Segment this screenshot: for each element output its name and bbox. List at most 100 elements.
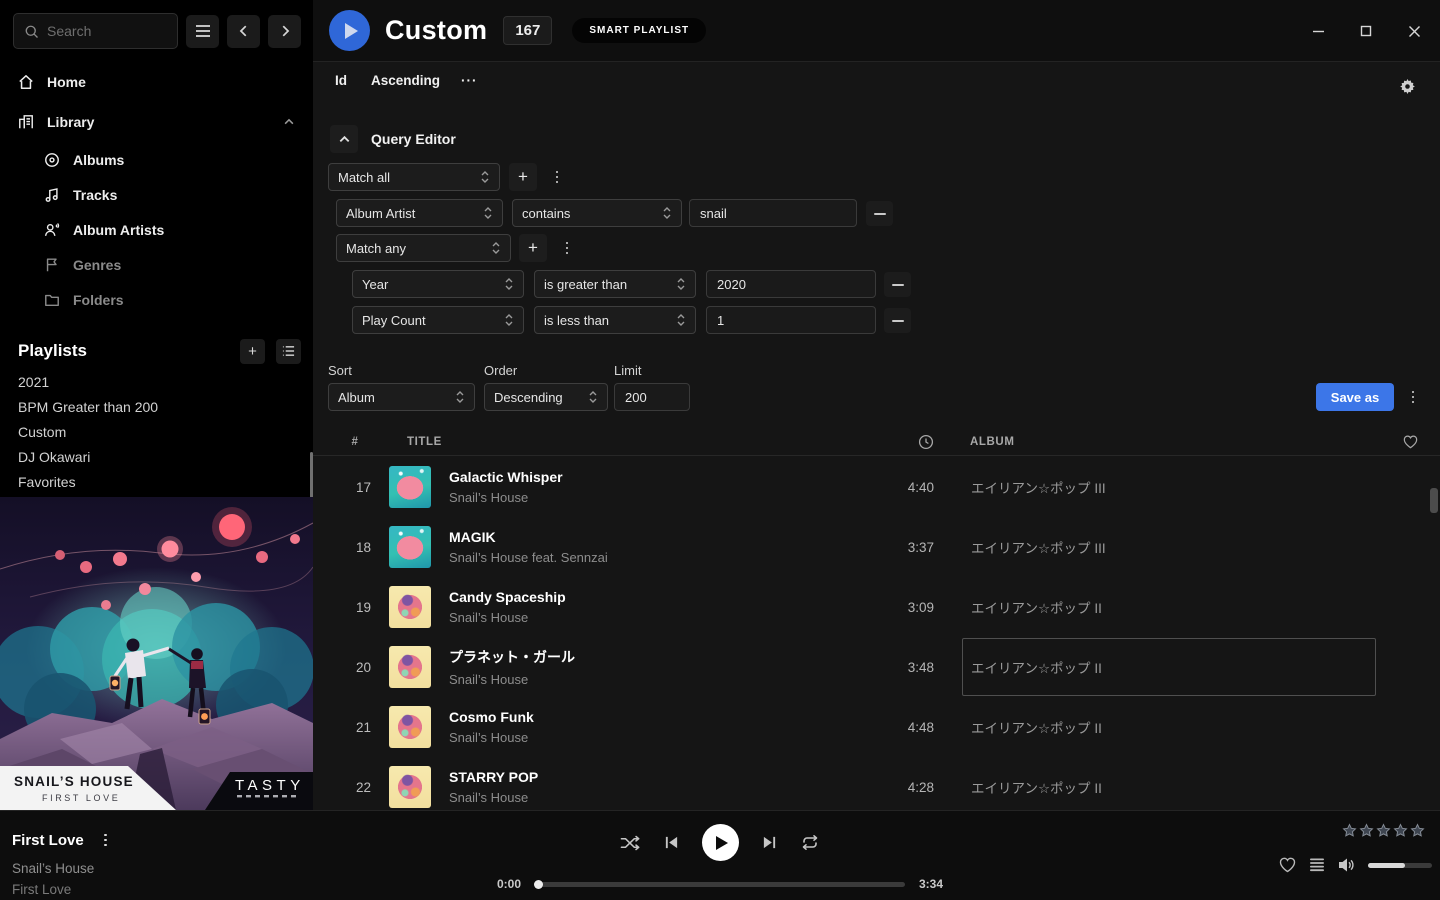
add-group-rule-button[interactable]: +	[519, 234, 547, 262]
group-rule-value-input[interactable]	[706, 306, 876, 334]
star-icon[interactable]	[1342, 823, 1357, 838]
shuffle-button[interactable]	[620, 834, 641, 852]
column-header-number[interactable]: #	[329, 436, 381, 448]
star-icon[interactable]	[1359, 823, 1374, 838]
next-track-button[interactable]	[762, 835, 777, 850]
save-menu-button[interactable]	[1405, 383, 1421, 411]
track-list-scrollbar[interactable]	[1430, 488, 1438, 513]
remove-group-rule-button[interactable]	[884, 308, 911, 333]
album-name[interactable]: エイリアン☆ポップ II	[962, 698, 1376, 756]
column-header-title[interactable]: TITLE	[381, 436, 870, 448]
album-name[interactable]: エイリアン☆ポップ II	[962, 758, 1376, 810]
elapsed-time: 0:00	[497, 877, 521, 891]
playlist-item[interactable]: Custom	[0, 419, 313, 444]
repeat-button[interactable]	[800, 834, 820, 851]
playlist-item[interactable]: 2021	[0, 369, 313, 394]
album-cover-thumbnail[interactable]	[389, 526, 431, 568]
match-type-select[interactable]: Match all	[328, 163, 500, 191]
star-icon[interactable]	[1376, 823, 1391, 838]
sidebar-item-home[interactable]: Home	[0, 62, 313, 102]
sort-order-button[interactable]: Ascending	[371, 73, 440, 88]
rule-group-menu-button[interactable]	[549, 163, 565, 191]
group-menu-button[interactable]	[559, 234, 575, 262]
sidebar-item-albums[interactable]: Albums	[0, 142, 313, 177]
group-rule-operator-select[interactable]: is greater than	[534, 270, 696, 298]
column-header-album[interactable]: ALBUM	[934, 436, 1376, 448]
track-row[interactable]: 18MAGIKSnail’s House feat. Sennzai3:37エイ…	[313, 517, 1440, 577]
previous-track-button[interactable]	[664, 835, 679, 850]
add-rule-button[interactable]: +	[509, 163, 537, 191]
album-cover-thumbnail[interactable]	[389, 766, 431, 808]
sidebar-item-library[interactable]: Library	[0, 102, 313, 142]
rule-value-input[interactable]	[689, 199, 857, 227]
queue-button[interactable]	[1309, 858, 1325, 872]
query-editor-collapse-button[interactable]	[330, 125, 358, 153]
sidebar-item-label: Tracks	[73, 187, 117, 203]
playlist-list-button[interactable]	[276, 339, 301, 364]
now-playing-album-art[interactable]: SNAIL’S HOUSE FIRST LOVE TASTY	[0, 497, 313, 810]
now-playing-artist[interactable]: Snail’s House	[12, 861, 114, 876]
playlist-item[interactable]: DJ Okawari	[0, 444, 313, 469]
window-maximize-button[interactable]	[1353, 18, 1379, 44]
sort-select[interactable]: Album	[328, 383, 475, 411]
volume-slider[interactable]	[1368, 863, 1432, 868]
album-cover-thumbnail[interactable]	[389, 466, 431, 508]
settings-button[interactable]	[1399, 78, 1416, 95]
sort-field-button[interactable]: Id	[335, 73, 347, 88]
track-row[interactable]: 19Candy SpaceshipSnail’s House3:09エイリアン☆…	[313, 577, 1440, 637]
rule-field-select[interactable]: Album Artist	[336, 199, 503, 227]
sidebar-item-genres[interactable]: Genres	[0, 247, 313, 282]
sidebar-item-album-artists[interactable]: Album Artists	[0, 212, 313, 247]
sidebar-scrollbar[interactable]	[310, 452, 313, 498]
menu-button[interactable]	[186, 15, 219, 48]
album-name[interactable]: エイリアン☆ポップ III	[962, 518, 1376, 576]
now-playing-menu-button[interactable]	[98, 826, 114, 854]
group-rule-operator-select[interactable]: is less than	[534, 306, 696, 334]
volume-button[interactable]	[1338, 857, 1355, 873]
album-cover-thumbnail[interactable]	[389, 586, 431, 628]
group-match-type-select[interactable]: Match any	[336, 234, 511, 262]
track-row[interactable]: 17Galactic WhisperSnail’s House4:40エイリアン…	[313, 457, 1440, 517]
play-pause-button[interactable]	[702, 824, 739, 861]
rule-operator-select[interactable]: contains	[512, 199, 682, 227]
playlist-item[interactable]: BPM Greater than 200	[0, 394, 313, 419]
nav-back-button[interactable]	[227, 15, 260, 48]
limit-input[interactable]	[614, 383, 690, 411]
seek-slider-thumb[interactable]	[534, 880, 543, 889]
more-options-button[interactable]: ···	[461, 73, 478, 88]
sidebar-item-tracks[interactable]: Tracks	[0, 177, 313, 212]
window-close-button[interactable]	[1401, 18, 1427, 44]
track-row[interactable]: 20プラネット・ガールSnail’s House3:48エイリアン☆ポップ II	[313, 637, 1440, 697]
column-header-favorite[interactable]	[1376, 435, 1432, 449]
playlist-item[interactable]: Favorites	[0, 469, 313, 494]
track-row[interactable]: 22STARRY POPSnail’s House4:28エイリアン☆ポップ I…	[313, 757, 1440, 810]
star-icon[interactable]	[1393, 823, 1408, 838]
group-rule-value-input[interactable]	[706, 270, 876, 298]
window-minimize-button[interactable]	[1305, 18, 1331, 44]
save-as-button[interactable]: Save as	[1316, 383, 1394, 411]
album-name[interactable]: エイリアン☆ポップ II	[962, 578, 1376, 636]
album-name[interactable]: エイリアン☆ポップ III	[962, 458, 1376, 516]
remove-group-rule-button[interactable]	[884, 272, 911, 297]
add-playlist-button[interactable]: +	[240, 339, 265, 364]
favorite-button[interactable]	[1279, 857, 1296, 873]
search-input[interactable]	[47, 23, 167, 39]
select-caret-icon	[480, 170, 490, 184]
album-cover-thumbnail[interactable]	[389, 706, 431, 748]
gear-icon	[1399, 78, 1416, 95]
album-cover-thumbnail[interactable]	[389, 646, 431, 688]
play-playlist-button[interactable]	[329, 10, 370, 51]
seek-slider[interactable]	[535, 882, 905, 887]
remove-rule-button[interactable]	[866, 201, 893, 226]
now-playing-title[interactable]: First Love	[12, 832, 84, 849]
nav-forward-button[interactable]	[268, 15, 301, 48]
album-name-focused[interactable]: エイリアン☆ポップ II	[962, 638, 1376, 696]
sidebar-item-folders[interactable]: Folders	[0, 282, 313, 317]
group-rule-field-select[interactable]: Year	[352, 270, 524, 298]
order-select[interactable]: Descending	[484, 383, 608, 411]
chevron-up-icon[interactable]	[283, 116, 295, 128]
group-rule-field-select[interactable]: Play Count	[352, 306, 524, 334]
track-row[interactable]: 21Cosmo FunkSnail’s House4:48エイリアン☆ポップ I…	[313, 697, 1440, 757]
column-header-duration[interactable]	[870, 434, 934, 450]
star-icon[interactable]	[1410, 823, 1425, 838]
